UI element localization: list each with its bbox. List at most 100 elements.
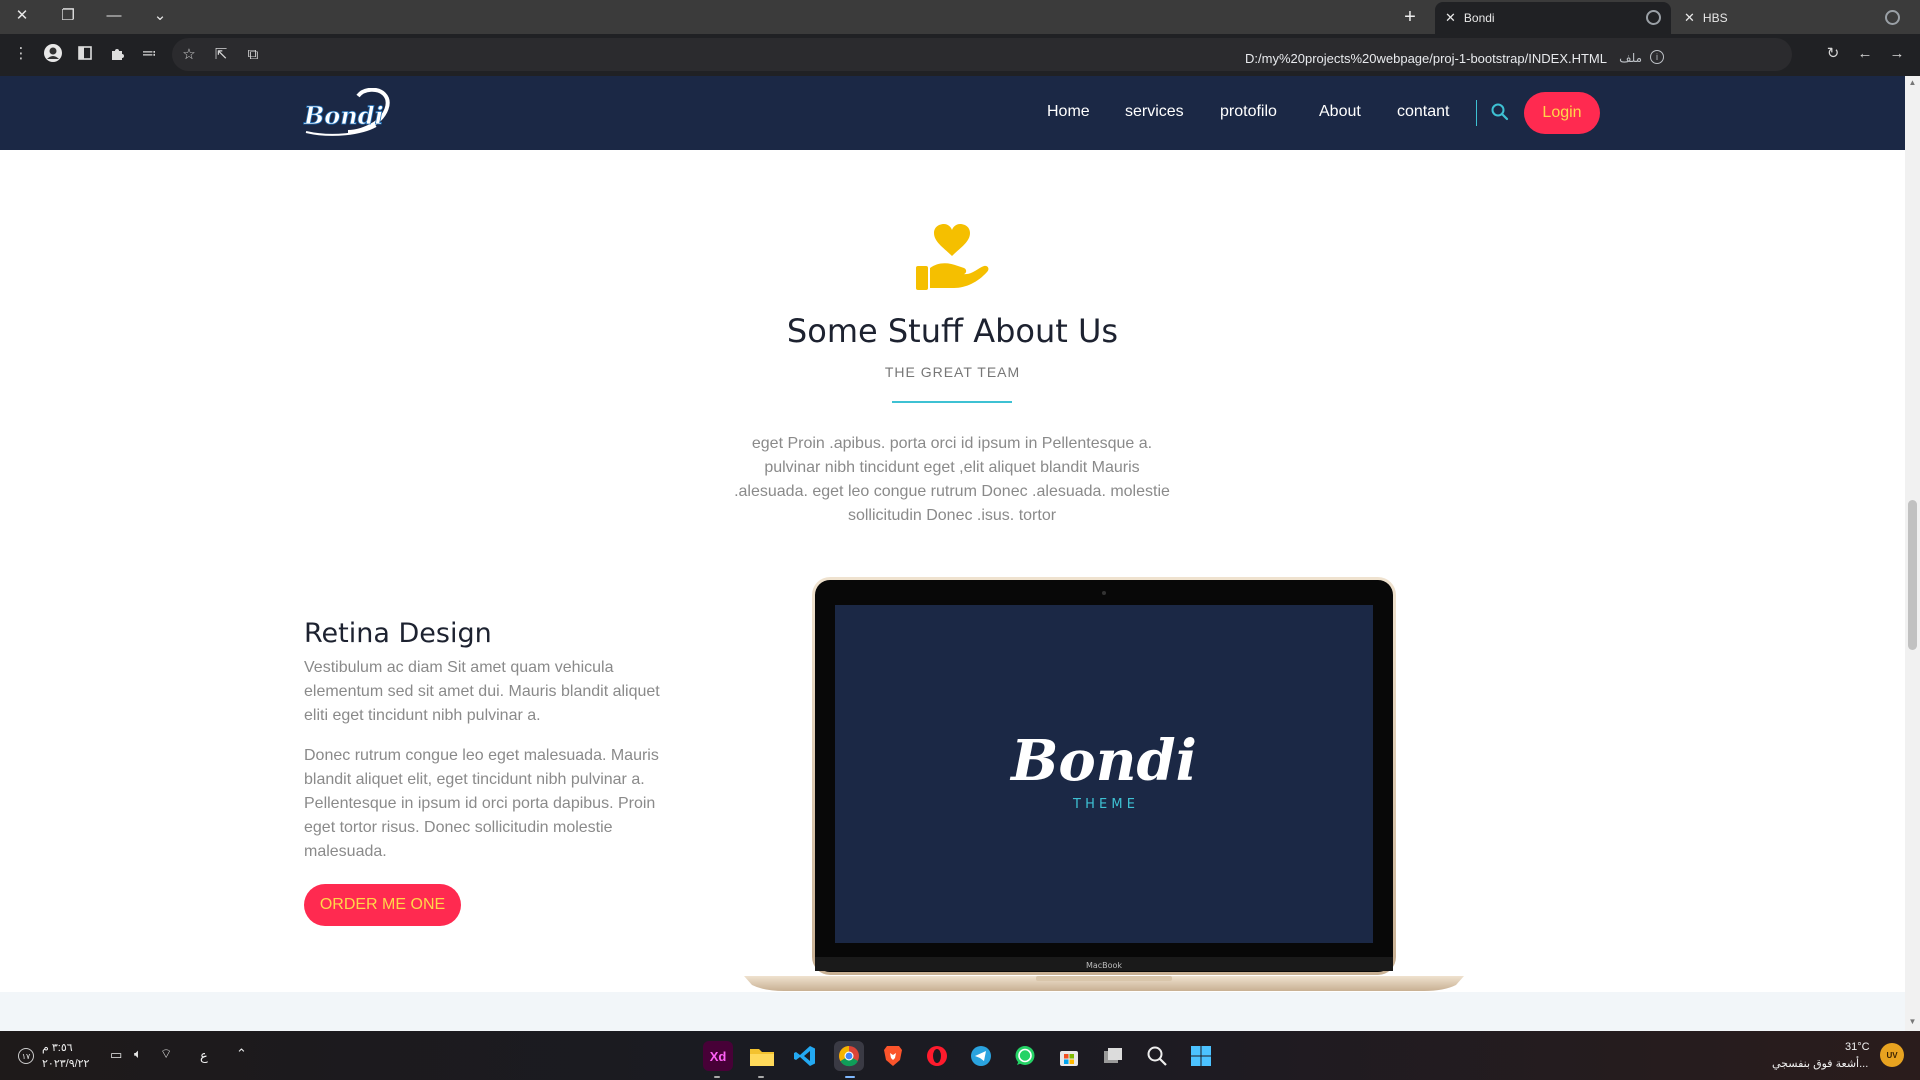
side-panel-icon[interactable] xyxy=(74,42,96,64)
uv-badge-icon[interactable]: UV xyxy=(1880,1043,1904,1067)
whatsapp-icon[interactable] xyxy=(1010,1041,1040,1071)
title-underline xyxy=(892,401,1012,403)
url-scheme-label: ملف xyxy=(1619,51,1642,65)
new-tab-plus-icon[interactable]: + xyxy=(1395,4,1425,30)
order-button[interactable]: ORDER ME ONE xyxy=(304,884,461,926)
scroll-down-icon[interactable]: ▼ xyxy=(1905,1017,1920,1029)
screen-logo-text: Bondi xyxy=(1009,728,1197,794)
restore-window-icon[interactable]: ❐ xyxy=(48,0,88,30)
text-line: malesuada. xyxy=(304,843,387,860)
login-button[interactable]: Login xyxy=(1524,92,1600,134)
file-explorer-icon[interactable] xyxy=(747,1041,777,1071)
text-line: eliti eget tincidunt nibh pulvinar a. xyxy=(304,707,541,724)
clock-time[interactable]: ٣:٥٦ م xyxy=(42,1041,73,1054)
weather-description[interactable]: أشعة فوق بنفسجي... xyxy=(1772,1057,1868,1070)
search-icon[interactable] xyxy=(1490,102,1510,122)
text-line: sollicitudin Donec .isus. tortor xyxy=(847,507,1057,524)
site-navbar: Bondi Home services protofilo About cont… xyxy=(0,76,1905,150)
input-language[interactable]: ع xyxy=(200,1048,208,1064)
weather-temperature[interactable]: 31°C xyxy=(1845,1041,1870,1053)
nav-about[interactable]: About xyxy=(1319,103,1361,121)
task-view-icon[interactable] xyxy=(1098,1041,1128,1071)
tab-title: HBS xyxy=(1702,11,1728,25)
clock-date[interactable]: ٢٠٢٣/٩/٢٢ xyxy=(42,1057,89,1070)
retina-paragraph-2: Donec rutrum congue leo eget malesuada. … xyxy=(304,744,719,864)
notification-count-icon[interactable]: ١٧ xyxy=(18,1048,34,1064)
profile-avatar-icon[interactable] xyxy=(42,42,64,64)
search-taskbar-icon[interactable] xyxy=(1142,1041,1172,1071)
bookmark-star-icon[interactable]: ☆ xyxy=(178,43,200,65)
screen-tagline: T H E M E xyxy=(1072,797,1135,812)
tab-globe-icon xyxy=(1646,10,1661,25)
tab-close-icon[interactable]: ✕ xyxy=(1684,10,1695,26)
retina-title: Retina Design xyxy=(304,618,492,649)
wifi-icon[interactable]: ⌔ xyxy=(160,1046,172,1062)
minimize-window-icon[interactable]: — xyxy=(94,0,134,30)
text-line: eget Proin .apibus. porta orci id ipsum … xyxy=(751,435,1153,452)
tab-hbs[interactable]: ✕ HBS xyxy=(1674,2,1910,34)
close-window-icon[interactable]: ✕ xyxy=(2,0,42,30)
brave-icon[interactable] xyxy=(878,1041,908,1071)
volume-icon[interactable]: 🔈︎ xyxy=(134,1046,142,1062)
about-subtitle: THE GREAT TEAM xyxy=(884,364,1021,380)
microsoft-store-icon[interactable] xyxy=(1054,1041,1084,1071)
omnibox[interactable]: ☆ ⇱ ⧉ D:/my%20projects%20webpage/proj-1-… xyxy=(172,38,1792,71)
bondi-logo[interactable]: Bondi xyxy=(302,87,402,138)
browser-toolbar: ⋮ ≕ ☆ ⇱ ⧉ D:/my%20projects%20webpage/pro… xyxy=(0,34,1920,76)
chrome-icon[interactable] xyxy=(834,1041,864,1071)
vscode-icon[interactable] xyxy=(790,1041,820,1071)
menu-kebab-icon[interactable]: ⋮ xyxy=(10,42,32,64)
text-line: eget tortor risus. Donec sollicitudin mo… xyxy=(304,819,613,836)
text-line: Donec rutrum congue leo eget malesuada. … xyxy=(304,747,659,764)
scroll-thumb[interactable] xyxy=(1908,500,1917,650)
nav-divider xyxy=(1476,100,1477,126)
site-info-icon[interactable]: i xyxy=(1650,50,1664,64)
text-line: blandit aliquet elit, eget tincidunt nib… xyxy=(304,771,645,788)
share-icon[interactable]: ⇱ xyxy=(210,43,232,65)
next-section-strip xyxy=(0,992,1905,1031)
tab-bondi[interactable]: ✕ Bondi xyxy=(1435,2,1671,34)
laptop-mockup: Bondi T H E M E MacBook xyxy=(744,577,1464,992)
page-viewport: Bondi Home services protofilo About cont… xyxy=(0,76,1905,1031)
forward-arrow-icon[interactable]: → xyxy=(1886,42,1908,64)
tab-search-chevron-icon[interactable]: ⌄ xyxy=(140,0,180,30)
windows-start-icon[interactable] xyxy=(1186,1041,1216,1071)
text-line: elementum sed sit amet dui. Mauris bland… xyxy=(304,683,660,700)
telegram-icon[interactable] xyxy=(966,1041,996,1071)
back-arrow-icon[interactable]: ← xyxy=(1854,42,1876,64)
text-line: pulvinar nibh tincidunt eget ,elit aliqu… xyxy=(764,459,1140,476)
app-active-indicator xyxy=(845,1076,855,1078)
tab-title: Bondi xyxy=(1463,11,1495,25)
media-controls-icon[interactable]: ≕ xyxy=(138,42,160,64)
battery-icon[interactable]: ▭ xyxy=(110,1047,122,1063)
page-scrollbar[interactable]: ▲ ▼ xyxy=(1905,76,1920,1031)
logo-text: Bondi xyxy=(303,101,384,130)
brand-label: MacBook xyxy=(1086,961,1122,970)
browser-window: ✕ ❐ — ⌄ + ✕ Bondi ✕ HBS ⋮ ≕ ☆ ⇱ ⧉ D:/my%… xyxy=(0,0,1920,1080)
windows-taskbar: ١٧ ٣:٥٦ م ٢٠٢٣/٩/٢٢ ▭ 🔈︎ ⌔ ع ⌃ Xd 31°C أ… xyxy=(0,1031,1920,1080)
nav-home[interactable]: Home xyxy=(1047,103,1090,121)
tab-globe-icon xyxy=(1885,10,1900,25)
chevron-up-icon[interactable]: ⌃ xyxy=(236,1046,247,1062)
nav-services[interactable]: services xyxy=(1125,103,1184,121)
url-text[interactable]: D:/my%20projects%20webpage/proj-1-bootst… xyxy=(1245,51,1607,66)
tab-strip: ✕ ❐ — ⌄ + ✕ Bondi ✕ HBS xyxy=(0,0,1920,34)
about-title: Some Stuff About Us xyxy=(786,312,1119,350)
translate-icon[interactable]: ⧉ xyxy=(242,43,264,65)
app-running-indicator xyxy=(758,1076,764,1078)
about-description: eget Proin .apibus. porta orci id ipsum … xyxy=(702,432,1202,528)
adobe-xd-icon[interactable]: Xd xyxy=(703,1041,733,1071)
tab-close-icon[interactable]: ✕ xyxy=(1445,10,1456,26)
nav-portfolio[interactable]: protofilo xyxy=(1220,103,1277,121)
text-line: Pellentesque in ipsum id orci porta dapi… xyxy=(304,795,656,812)
app-running-indicator xyxy=(714,1076,720,1078)
extensions-icon[interactable] xyxy=(106,42,128,64)
reload-icon[interactable]: ↻ xyxy=(1822,42,1844,64)
retina-paragraph-1: Vestibulum ac diam Sit amet quam vehicul… xyxy=(304,656,719,728)
text-line: Vestibulum ac diam Sit amet quam vehicul… xyxy=(304,659,614,676)
heart-hand-icon xyxy=(914,224,990,292)
text-line: .alesuada. eget leo congue rutrum Donec … xyxy=(734,483,1170,500)
scroll-up-icon[interactable]: ▲ xyxy=(1905,78,1920,90)
opera-icon[interactable] xyxy=(922,1041,952,1071)
nav-contact[interactable]: contant xyxy=(1397,103,1449,121)
